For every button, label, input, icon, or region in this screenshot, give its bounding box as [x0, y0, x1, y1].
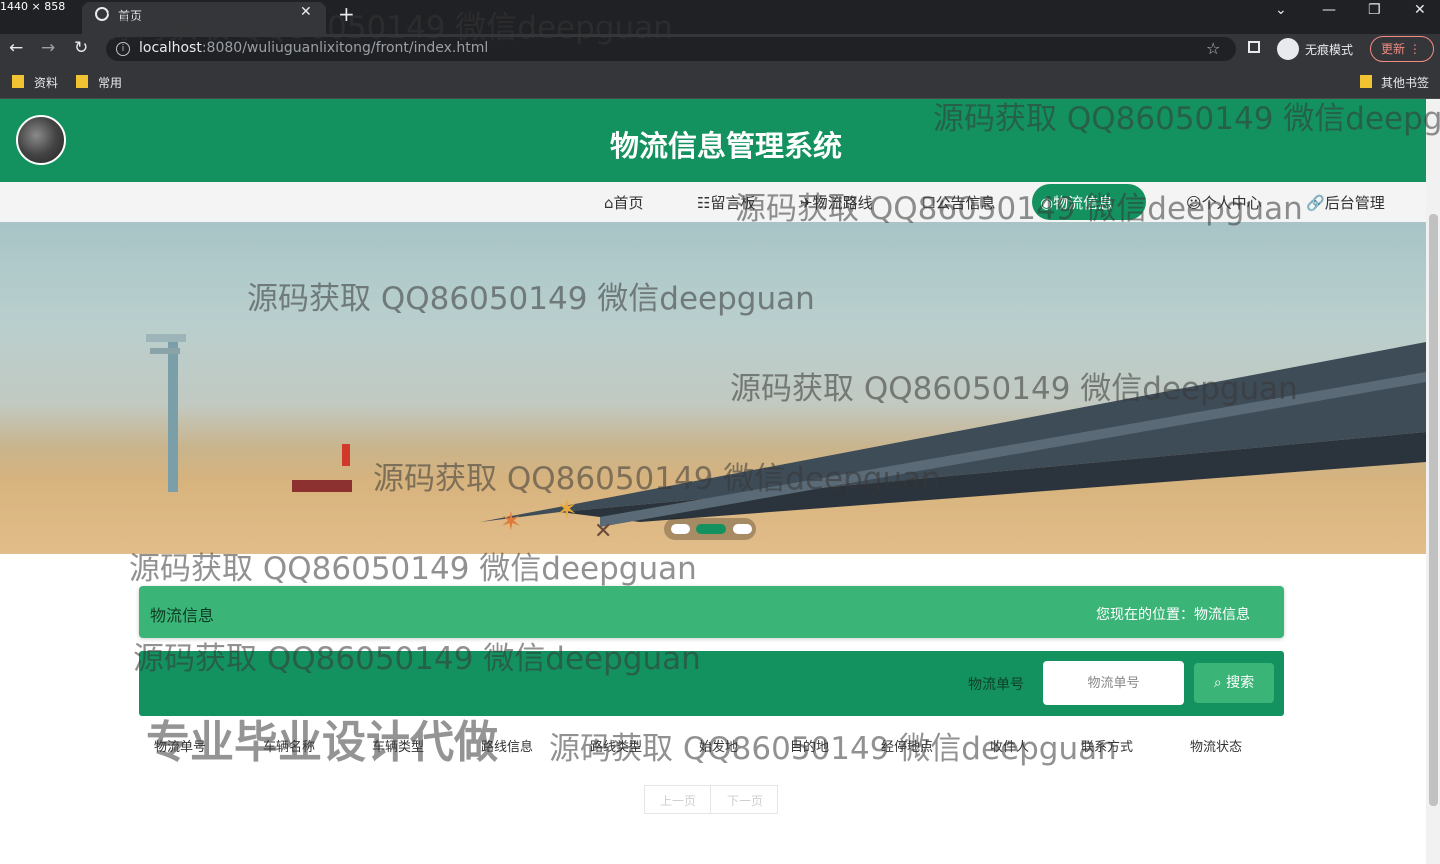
update-button[interactable]: 更新 ⋮ — [1370, 36, 1434, 62]
table-header: 物流状态 — [1190, 740, 1243, 755]
incognito-icon[interactable] — [1277, 38, 1299, 60]
page-title: 物流信息 — [150, 606, 215, 625]
tab-title: 首页 — [118, 9, 143, 23]
minimize-icon[interactable]: — — [1322, 2, 1336, 18]
tab-search-icon[interactable]: ⌄ — [1275, 2, 1287, 18]
prev-page-button[interactable]: 上一页 — [660, 792, 696, 809]
folder-icon — [1360, 75, 1372, 88]
site-logo[interactable] — [16, 115, 66, 165]
bookmark-item[interactable]: 资料 — [34, 74, 58, 91]
nav-routes[interactable]: ✈物流路线 — [800, 192, 873, 213]
nav-home[interactable]: ⌂首页 — [604, 192, 644, 213]
carousel-dot[interactable] — [733, 524, 752, 534]
svg-text:✕: ✕ — [594, 519, 612, 544]
svg-text:✶: ✶ — [500, 507, 522, 537]
bookmark-item[interactable]: 常用 — [98, 74, 122, 91]
table-header: 收件人 — [990, 740, 1030, 755]
nav-notices[interactable]: ☐公告信息 — [922, 192, 995, 213]
carousel-dot-active[interactable] — [696, 524, 726, 534]
banner-image: ✶ ✶ ✕ — [146, 334, 1426, 544]
search-button[interactable]: ⌕ 搜索 — [1194, 663, 1274, 703]
table-header: 车辆类型 — [372, 740, 425, 755]
site-info-icon[interactable]: i — [116, 42, 130, 56]
svg-text:✶: ✶ — [556, 495, 578, 525]
next-page-button[interactable]: 下一页 — [727, 792, 763, 809]
new-tab-icon[interactable]: + — [338, 2, 355, 26]
carousel-dot[interactable] — [671, 524, 690, 534]
back-icon[interactable]: ← — [9, 38, 23, 58]
nav-message-board[interactable]: ☷留言板 — [697, 192, 755, 213]
table-header: 物流单号 — [154, 740, 207, 755]
restore-icon[interactable]: ❐ — [1368, 2, 1381, 18]
pagination-divider — [710, 786, 711, 813]
table-header: 始发地 — [699, 740, 739, 755]
nav-admin[interactable]: 🔗后台管理 — [1306, 192, 1385, 213]
url-text[interactable]: localhost:8080/wuliuguanlixitong/front/i… — [139, 40, 488, 56]
banner-carousel[interactable]: ✶ ✶ ✕ — [0, 222, 1426, 554]
nav-profile[interactable]: ☺个人中心 — [1186, 192, 1262, 213]
side-panel-icon[interactable] — [1248, 41, 1260, 53]
bookmark-star-icon[interactable]: ☆ — [1206, 39, 1220, 58]
table-header: 经停地点 — [881, 740, 934, 755]
table-header: 路线类型 — [590, 740, 643, 755]
table-header: 联系方式 — [1081, 740, 1134, 755]
table-header: 车辆名称 — [263, 740, 316, 755]
folder-icon — [12, 75, 24, 88]
other-bookmarks[interactable]: 其他书签 — [1381, 74, 1429, 91]
bookmarks-bar — [0, 64, 1440, 99]
search-icon: ⌕ — [1213, 675, 1222, 691]
site-title: 物流信息管理系统 — [609, 129, 842, 163]
globe-icon — [95, 7, 109, 21]
close-window-icon[interactable]: ✕ — [1414, 2, 1426, 18]
folder-icon — [76, 75, 88, 88]
nav-logistics[interactable]: ◉物流信息 — [1040, 192, 1113, 213]
search-input[interactable] — [1043, 661, 1184, 705]
scrollbar-thumb[interactable] — [1429, 214, 1438, 806]
forward-icon[interactable]: → — [41, 38, 55, 58]
search-label: 物流单号 — [968, 677, 1024, 693]
table-header: 路线信息 — [481, 740, 534, 755]
dimensions-label: 1440 × 858 — [0, 0, 66, 13]
table-header: 目的地 — [790, 740, 830, 755]
incognito-label: 无痕模式 — [1305, 43, 1354, 57]
tab-close-icon[interactable]: ✕ — [300, 4, 312, 20]
reload-icon[interactable]: ↻ — [74, 38, 88, 58]
breadcrumb: 您现在的位置：物流信息 — [1096, 607, 1250, 623]
